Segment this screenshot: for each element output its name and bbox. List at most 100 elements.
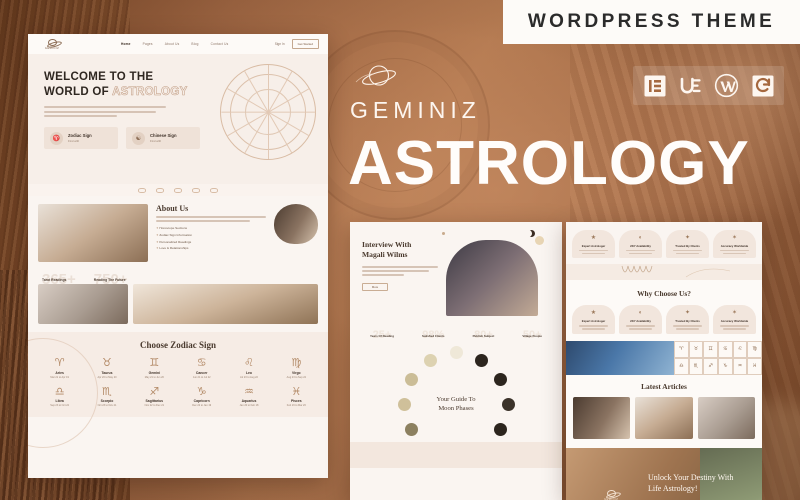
- divider-ornament-icon: [156, 187, 164, 193]
- one-click-update-icon: [749, 72, 776, 99]
- stat-item: 365+ Tarot Readings: [42, 272, 76, 287]
- hero-title-line2: WORLD OF: [44, 85, 113, 98]
- mockup-nav-links[interactable]: Home Pages About Us Blog Contact Us: [121, 42, 228, 46]
- article-card[interactable]: [697, 396, 755, 439]
- zodiac-symbol[interactable]: ♐: [703, 357, 718, 375]
- star-dot-icon: [442, 232, 445, 235]
- zodiac-item-leo[interactable]: ♌ Leo Jul 23 to Aug 22: [225, 357, 272, 379]
- nav-link-contact[interactable]: Contact Us: [211, 42, 229, 46]
- left-page-mockup[interactable]: GEMINIZ Home Pages About Us Blog Contact…: [28, 34, 328, 478]
- chinese-sign-card-sub: Find with: [150, 139, 162, 144]
- moon-title-line1: Your Guide To: [436, 395, 476, 403]
- divider-ornament-icon: [210, 187, 218, 193]
- nav-link-blog[interactable]: Blog: [191, 42, 198, 46]
- zodiac-item-sagittarius[interactable]: ♐ Sagittarius Nov 22 to Dec 21: [131, 386, 178, 408]
- about-bullet-item: Horoscope Sections: [156, 226, 266, 230]
- moon-phase-quarter: [405, 373, 418, 386]
- zodiac-symbol[interactable]: ♓: [747, 357, 762, 375]
- why-choose-us-section: Why Choose Us? ★ Expert Astrologer ◐ 24/…: [566, 280, 762, 341]
- zodiac-symbol[interactable]: ♏: [688, 357, 704, 375]
- chinese-sign-card[interactable]: ☯ Chinese Sign Find with: [126, 127, 200, 150]
- zodiac-item-aquarius[interactable]: ♒ Aquarius Jan 20 to Feb 18: [225, 386, 272, 408]
- nav-link-home[interactable]: Home: [121, 42, 131, 46]
- moon-phase-new: [449, 346, 463, 359]
- moon-section-footer: [350, 442, 562, 468]
- hero-headline: ASTROLOGY: [348, 129, 750, 198]
- mockup-logo[interactable]: GEMINIZ: [37, 38, 67, 50]
- zodiac-symbol[interactable]: ♈: [674, 340, 689, 358]
- zodiac-strip-photo: [566, 340, 674, 375]
- stat-item: 25+ Years Of Reading: [370, 330, 394, 341]
- wordpress-theme-label: WORDPRESS THEME: [527, 11, 776, 32]
- stat-item: 50+ Village People: [522, 330, 542, 341]
- about-title: About Us: [156, 204, 189, 213]
- aquarius-icon: ♒: [244, 384, 254, 398]
- saturn-planet-icon: [355, 65, 396, 86]
- zodiac-sign-card-sub: Find with: [68, 139, 80, 144]
- zodiac-item-cancer[interactable]: ♋ Cancer Jun 21 to Jul 22: [178, 357, 225, 379]
- mockup-nav[interactable]: GEMINIZ Home Pages About Us Blog Contact…: [28, 34, 328, 54]
- feature-card[interactable]: ✶ Accuracy Worldwide: [713, 230, 756, 259]
- feature-title: 24/7 Availability: [630, 319, 651, 324]
- right-page-mockup[interactable]: ★ Expert Astrologer ◐ 24/7 Availability …: [566, 222, 762, 500]
- stat-label: Publish Subject: [472, 334, 495, 338]
- feature-card[interactable]: ★ Expert Astrologer: [572, 230, 615, 259]
- accuracy-icon: ✶: [731, 310, 738, 317]
- moon-phase-waxing-crescent: [475, 354, 488, 367]
- unlimited-elements-icon: [677, 72, 704, 99]
- zodiac-symbol[interactable]: ♑: [718, 357, 733, 375]
- feature-card[interactable]: ◐ 24/7 Availability: [619, 305, 662, 334]
- feature-card[interactable]: ✦ Trusted By Clients: [666, 305, 709, 334]
- feature-title: Trusted By Clients: [675, 244, 700, 248]
- moon-phase-first-quarter: [494, 373, 507, 386]
- about-bullets: Horoscope Sections Zodiac Sign Informati…: [156, 226, 266, 250]
- saturn-planet-icon: [47, 38, 57, 46]
- zodiac-name: Pisces: [290, 399, 302, 403]
- footer-logo[interactable]: GEMINIZ: [604, 489, 618, 500]
- middle-page-mockup[interactable]: Interview With Magali Wilms More 25+ Yea…: [350, 222, 562, 500]
- sign-in-link[interactable]: Sign In: [275, 42, 285, 46]
- features-row-top: ★ Expert Astrologer ◐ 24/7 Availability …: [566, 222, 762, 264]
- article-card[interactable]: [573, 396, 631, 439]
- zodiac-name: Virgo: [292, 370, 301, 375]
- stat-label: Village People: [522, 334, 542, 338]
- divider-ornament-icon: [174, 187, 182, 193]
- nav-link-pages[interactable]: Pages: [143, 42, 153, 46]
- stat-item: 98% Satisfied Clients: [422, 330, 445, 341]
- feature-card[interactable]: ✦ Trusted By Clients: [666, 230, 709, 259]
- moon-section-title: Your Guide To Moon Phases: [421, 395, 491, 413]
- zodiac-dates: Aug 23 to Sep 22: [286, 375, 306, 379]
- zodiac-item-pisces[interactable]: ♓ Pisces Feb 19 to Mar 20: [273, 386, 320, 408]
- zodiac-symbol[interactable]: ♊: [703, 340, 718, 358]
- feature-title: 24/7 Availability: [630, 244, 651, 248]
- zodiac-symbol-grid[interactable]: ♈ ♉ ♊ ♋ ♌ ♍ ♎ ♏ ♐ ♑ ♒ ♓: [674, 340, 762, 375]
- article-cards-row[interactable]: [573, 396, 755, 439]
- zodiac-symbol[interactable]: ♍: [747, 340, 762, 358]
- zodiac-item-virgo[interactable]: ♍ Virgo Aug 23 to Sep 22: [273, 357, 320, 379]
- footer-cta-title: Unlock Your Destiny With Life Astrology!: [648, 472, 748, 494]
- mockup-nav-actions[interactable]: Sign In Get Started: [275, 38, 319, 50]
- get-started-button[interactable]: Get Started: [291, 38, 319, 50]
- capricorn-icon: ♑: [196, 384, 207, 398]
- zodiac-symbol[interactable]: ♉: [688, 340, 704, 358]
- interview-more-button[interactable]: More: [362, 283, 388, 292]
- gemini-icon: ♊: [149, 356, 160, 369]
- feature-card[interactable]: ★ Expert Astrologer: [572, 305, 615, 334]
- zodiac-name: Aquarius: [241, 399, 257, 403]
- sagittarius-icon: ♐: [149, 384, 160, 398]
- moon-phase-waxing-gibbous: [502, 398, 515, 411]
- zodiac-item-capricorn[interactable]: ♑ Capricorn Dec 22 to Jan 19: [178, 386, 225, 408]
- gallery-photo: [133, 284, 318, 324]
- zodiac-symbol[interactable]: ♋: [718, 340, 733, 358]
- nav-link-about[interactable]: About Us: [165, 42, 180, 46]
- feature-card[interactable]: ◐ 24/7 Availability: [619, 230, 662, 259]
- zodiac-sign-card[interactable]: ♈ Zodiac Sign Find with: [44, 127, 118, 150]
- zodiac-symbol[interactable]: ♎: [674, 357, 689, 375]
- latest-articles-title: Latest Articles: [641, 381, 687, 391]
- zodiac-dates: Nov 22 to Dec 21: [144, 404, 164, 407]
- zodiac-symbol[interactable]: ♒: [732, 357, 748, 375]
- article-card[interactable]: [635, 396, 693, 439]
- zodiac-symbol[interactable]: ♌: [732, 340, 748, 358]
- zodiac-item-gemini[interactable]: ♊ Gemini May 21 to Jun 20: [131, 357, 178, 379]
- feature-card[interactable]: ✶ Accuracy Worldwide: [713, 305, 756, 334]
